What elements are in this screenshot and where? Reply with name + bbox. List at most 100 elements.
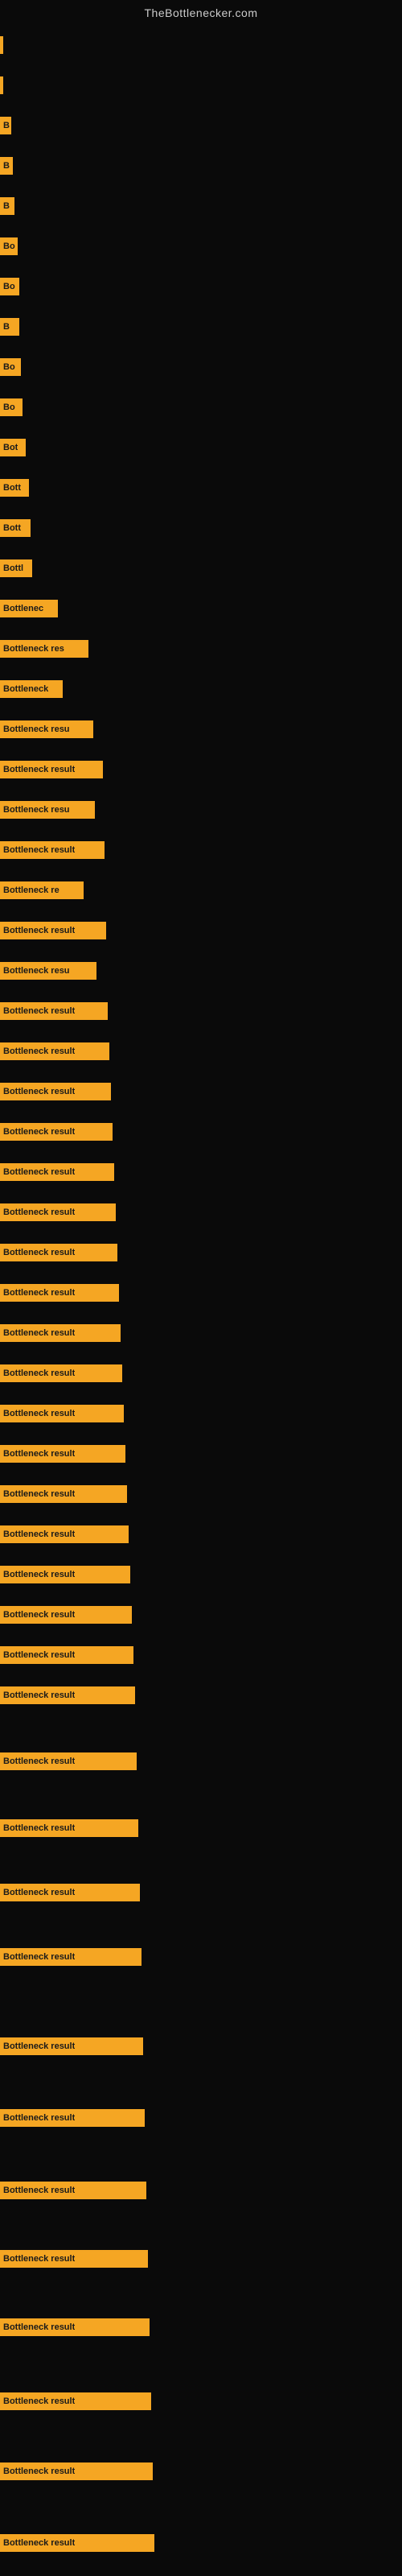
bar-item: Bo xyxy=(0,278,19,295)
bar-item: B xyxy=(0,318,19,336)
bar-label: Bo xyxy=(3,402,15,412)
bar: Bottleneck result xyxy=(0,1405,124,1422)
bar-label: Bottleneck result xyxy=(3,926,75,935)
bar-label: Bottleneck result xyxy=(3,1757,75,1766)
bar-item xyxy=(0,36,3,54)
bar: Bottleneck re xyxy=(0,881,84,899)
bar-label: Bottleneck result xyxy=(3,1952,75,1962)
bar: Bottleneck result xyxy=(0,2534,154,2552)
bar: Bottleneck result xyxy=(0,1752,137,1770)
bar-item: Bottleneck result xyxy=(0,2250,148,2268)
bar-item: Bottleneck result xyxy=(0,2392,151,2410)
bar-label: Bottleneck result xyxy=(3,1167,75,1177)
bar-item: Bottleneck result xyxy=(0,1002,108,1020)
bar: Bott xyxy=(0,519,31,537)
bar-label: Bottleneck resu xyxy=(3,724,70,734)
bar-item: Bott xyxy=(0,519,31,537)
bar-item: Bottleneck result xyxy=(0,1364,122,1382)
bar-item: Bottleneck result xyxy=(0,1324,121,1342)
bar: Bottleneck result xyxy=(0,2182,146,2199)
bar: Bo xyxy=(0,237,18,255)
bar: B xyxy=(0,157,13,175)
bar-item: Bottleneck result xyxy=(0,1606,132,1624)
bar-item: Bottleneck result xyxy=(0,1566,130,1583)
bar: Bottleneck result xyxy=(0,2318,150,2336)
bar: Bottleneck resu xyxy=(0,801,95,819)
bar-label: Bottleneck result xyxy=(3,2322,75,2332)
site-title: TheBottlenecker.com xyxy=(0,0,402,23)
bar-label: Bottleneck xyxy=(3,684,48,694)
bar-item: Bottleneck result xyxy=(0,2462,153,2480)
bar: Bottleneck result xyxy=(0,1002,108,1020)
bar-label: Bottleneck result xyxy=(3,1650,75,1660)
bar: Bottleneck result xyxy=(0,1042,109,1060)
bar-label: Bottleneck result xyxy=(3,1690,75,1700)
bar: Bottlenec xyxy=(0,600,58,617)
bar-label: Bottleneck result xyxy=(3,1570,75,1579)
bar-item: Bottleneck resu xyxy=(0,801,95,819)
bar-item: Bottleneck result xyxy=(0,2037,143,2055)
bar-label: Bottl xyxy=(3,564,23,573)
bar-item: Bottleneck resu xyxy=(0,720,93,738)
bar-item: Bottleneck result xyxy=(0,761,103,778)
bar-label: Bottleneck result xyxy=(3,2041,75,2051)
bar-label: Bottleneck result xyxy=(3,1046,75,1056)
bar: Bottl xyxy=(0,559,32,577)
bar-item: Bottleneck result xyxy=(0,2318,150,2336)
bar: Bottleneck result xyxy=(0,1884,140,1901)
bar-label: Bottleneck result xyxy=(3,1087,75,1096)
bar: Bottleneck result xyxy=(0,2392,151,2410)
bar-label: Bottleneck result xyxy=(3,1006,75,1016)
bar-label: Bottleneck resu xyxy=(3,966,70,976)
bar-label: Bottleneck result xyxy=(3,2467,75,2476)
bar-label: B xyxy=(3,161,10,171)
bar: Bottleneck result xyxy=(0,2462,153,2480)
bar-label: Bo xyxy=(3,362,15,372)
bar-item: Bottleneck re xyxy=(0,881,84,899)
bar-item: Bo xyxy=(0,358,21,376)
bar-item: Bottleneck resu xyxy=(0,962,96,980)
bar: Bottleneck result xyxy=(0,1324,121,1342)
bar-item: Bottleneck result xyxy=(0,2109,145,2127)
bar-item: B xyxy=(0,197,14,215)
bar-label: Bottleneck result xyxy=(3,1288,75,1298)
bar-label: Bo xyxy=(3,242,15,251)
bar: Bottleneck result xyxy=(0,1819,138,1837)
bar: Bottleneck result xyxy=(0,1284,119,1302)
bar-item: Bottleneck result xyxy=(0,2534,154,2552)
bar-label: Bottleneck result xyxy=(3,1888,75,1897)
bar-item: B xyxy=(0,157,13,175)
bar: Bottleneck result xyxy=(0,1646,133,1664)
bar xyxy=(0,76,3,94)
bar: Bottleneck result xyxy=(0,2109,145,2127)
bar: Bottleneck result xyxy=(0,1485,127,1503)
bar: B xyxy=(0,318,19,336)
bar: Bottleneck res xyxy=(0,640,88,658)
bar xyxy=(0,36,3,54)
bar: B xyxy=(0,117,11,134)
bar-item: Bottleneck result xyxy=(0,1083,111,1100)
bar-item: Bo xyxy=(0,398,23,416)
bar-label: Bottleneck re xyxy=(3,886,59,895)
bar-label: Bottleneck result xyxy=(3,2396,75,2406)
bar: Bottleneck result xyxy=(0,1364,122,1382)
bar-item: Bottleneck result xyxy=(0,1485,127,1503)
bar-label: Bo xyxy=(3,282,15,291)
bar-item: Bottleneck result xyxy=(0,1244,117,1261)
bar-item: Bottleneck result xyxy=(0,1203,116,1221)
bar-label: Bottleneck result xyxy=(3,765,75,774)
bar-label: Bottleneck result xyxy=(3,1328,75,1338)
bar-label: Bottleneck result xyxy=(3,1530,75,1539)
bar-item: Bott xyxy=(0,479,29,497)
bar-label: Bottleneck result xyxy=(3,2254,75,2264)
bar-item xyxy=(0,76,3,94)
bar: Bottleneck result xyxy=(0,1948,142,1966)
bar-item: Bottleneck result xyxy=(0,1948,142,1966)
bar: B xyxy=(0,197,14,215)
chart-area: TheBottlenecker.com BBBBoBoBBoBoBotBottB… xyxy=(0,0,402,2576)
bar: Bottleneck result xyxy=(0,2037,143,2055)
bar-item: Bottleneck result xyxy=(0,1884,140,1901)
bar: Bottleneck resu xyxy=(0,962,96,980)
bar: Bo xyxy=(0,398,23,416)
bar: Bo xyxy=(0,278,19,295)
